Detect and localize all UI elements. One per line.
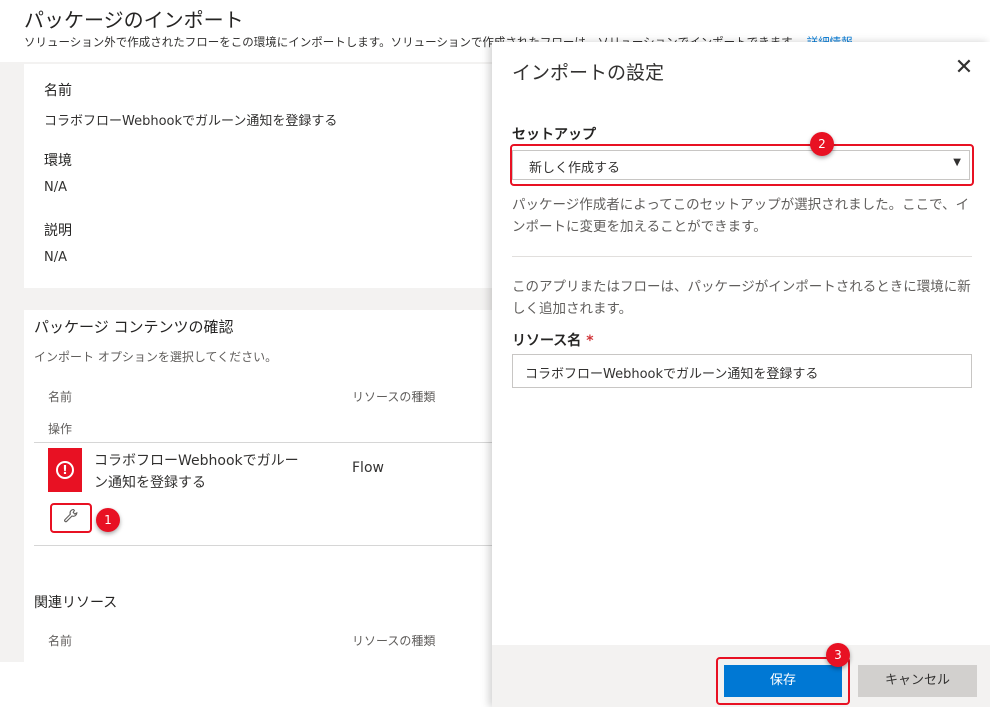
- related-column-type: リソースの種類: [352, 634, 436, 648]
- resource-name-input[interactable]: コラボフローWebhookでガルーン通知を登録する: [512, 354, 972, 388]
- row-divider: [34, 545, 492, 546]
- import-settings-panel: インポートの設定 ✕ セットアップ 新しく作成する ▼ 2 パッケージ作成者によ…: [492, 42, 990, 707]
- review-instruction: インポート オプションを選択してください。: [34, 350, 278, 364]
- add-description: このアプリまたはフローは、パッケージがインポートされるときに環境に新しく追加され…: [512, 279, 971, 317]
- setup-select[interactable]: 新しく作成する ▼: [512, 150, 970, 180]
- resource-name-label-text: リソース名: [512, 333, 582, 349]
- close-icon: ✕: [954, 55, 974, 80]
- page-title: パッケージのインポート: [24, 8, 244, 32]
- resource-row-name-line1: コラボフローWebhookでガルー: [94, 453, 299, 469]
- resource-row-name-line2: ン通知を登録する: [94, 475, 206, 491]
- error-status-badge: !: [48, 448, 82, 492]
- close-button[interactable]: ✕: [952, 56, 976, 80]
- column-header-name: 名前: [48, 390, 73, 404]
- dialog-title: インポートの設定: [512, 62, 665, 84]
- save-button[interactable]: 保存: [724, 665, 842, 697]
- callout-badge-1: 1: [96, 508, 120, 532]
- callout-badge-3: 3: [826, 643, 850, 667]
- review-contents-card: パッケージ コンテンツの確認 インポート オプションを選択してください。 名前 …: [24, 310, 492, 662]
- wrench-icon: [63, 508, 79, 528]
- description-label: 説明: [44, 223, 72, 239]
- setup-description: パッケージ作成者によってこのセットアップが選択されました。ここで、インポートに変…: [512, 197, 970, 235]
- package-details-card: 名前 コラボフローWebhookでガルーン通知を登録する 環境 N/A 説明 N…: [24, 64, 492, 288]
- related-column-name: 名前: [48, 634, 73, 648]
- environment-label: 環境: [44, 153, 72, 169]
- name-label: 名前: [44, 83, 72, 99]
- error-icon: !: [56, 461, 74, 479]
- column-header-type: リソースの種類: [352, 390, 436, 404]
- callout-badge-2: 2: [810, 132, 834, 156]
- section-divider: [512, 256, 972, 257]
- review-title: パッケージ コンテンツの確認: [34, 318, 234, 336]
- header-divider: [34, 442, 492, 443]
- chevron-down-icon: ▼: [953, 157, 961, 168]
- environment-value: N/A: [44, 180, 67, 195]
- description-value: N/A: [44, 250, 67, 265]
- resource-name-label: リソース名 *: [512, 330, 594, 350]
- name-value: コラボフローWebhookでガルーン通知を登録する: [44, 114, 338, 129]
- related-resources-title: 関連リソース: [34, 595, 118, 611]
- setup-label: セットアップ: [512, 127, 596, 143]
- required-indicator: *: [586, 333, 594, 349]
- column-header-action: 操作: [48, 422, 73, 436]
- setup-select-value: 新しく作成する: [529, 161, 621, 176]
- cancel-button[interactable]: キャンセル: [858, 665, 977, 697]
- configure-action-button[interactable]: [50, 503, 92, 533]
- resource-row-type: Flow: [352, 460, 384, 476]
- resource-row-name: コラボフローWebhookでガルー ン通知を登録する: [94, 450, 299, 494]
